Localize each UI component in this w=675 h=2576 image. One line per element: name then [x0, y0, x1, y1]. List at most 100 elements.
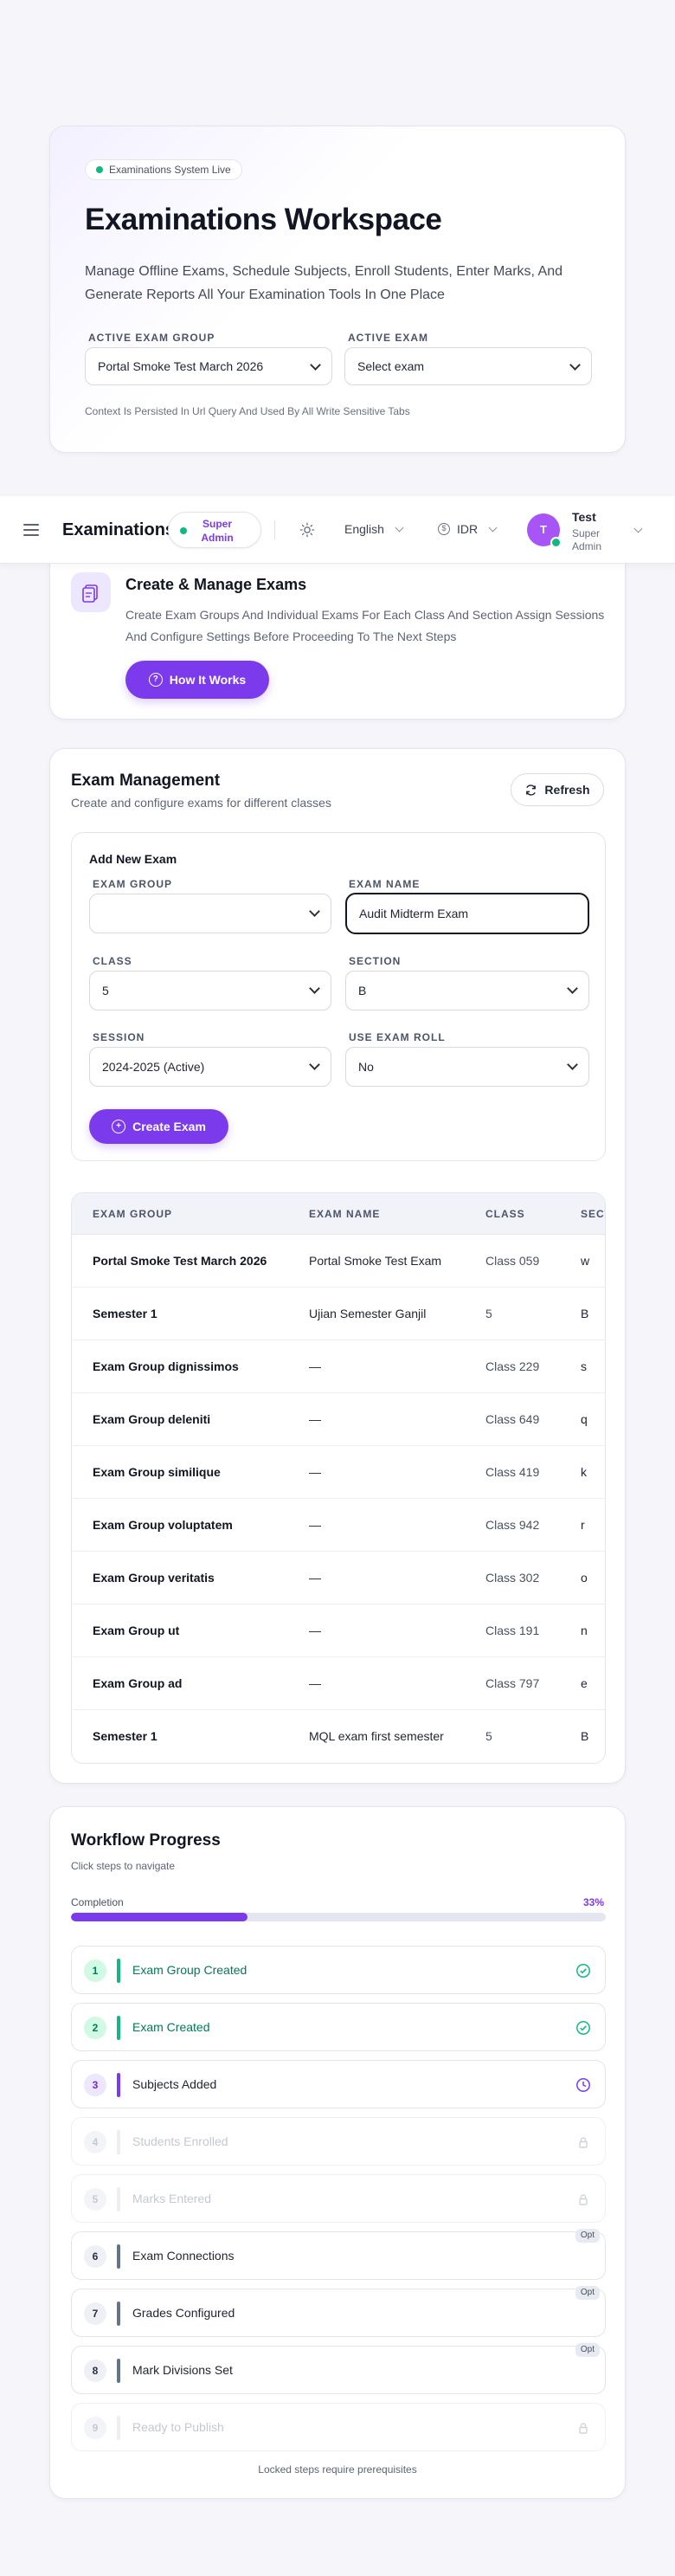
- table-row[interactable]: Exam Group voluptatem — Class 942 r: [72, 1499, 605, 1552]
- exam-roll-select[interactable]: No: [345, 1047, 589, 1087]
- chevron-down-icon: [309, 1059, 320, 1070]
- step-number: 3: [84, 2074, 106, 2096]
- workflow-step[interactable]: 1 Exam Group Created: [71, 1946, 606, 1994]
- cell-exam-name: Ujian Semester Ganjil: [309, 1307, 427, 1320]
- session-select[interactable]: 2024-2025 (Active): [89, 1047, 331, 1087]
- step-label: Exam Connections: [132, 2249, 235, 2263]
- section-select[interactable]: B: [345, 971, 589, 1010]
- currency-dropdown[interactable]: $ IDR: [438, 522, 498, 536]
- workflow-step[interactable]: 3 Subjects Added: [71, 2060, 606, 2108]
- step-label: Students Enrolled: [132, 2134, 228, 2148]
- table-row[interactable]: Exam Group deleniti — Class 649 q: [72, 1393, 605, 1446]
- cell-exam-group: Exam Group voluptatem: [93, 1518, 233, 1532]
- step-accent-bar: [117, 2302, 120, 2326]
- step-accent-bar: [117, 2187, 120, 2211]
- exam-name-input[interactable]: Audit Midterm Exam: [345, 893, 589, 934]
- table-row[interactable]: Exam Group similique — Class 419 k: [72, 1446, 605, 1499]
- chevron-down-icon: [310, 359, 321, 371]
- table-row[interactable]: Exam Group dignissimos — Class 229 s: [72, 1340, 605, 1393]
- exam-group-label: EXAM GROUP: [93, 878, 173, 890]
- workflow-step[interactable]: 6 Exam Connections Opt: [71, 2229, 606, 2280]
- cell-class: 5: [485, 1729, 492, 1743]
- step-accent-bar: [117, 2130, 120, 2154]
- help-circle-icon: ?: [148, 673, 163, 687]
- system-live-badge: Examinations System Live: [85, 159, 242, 180]
- workflow-step[interactable]: 2 Exam Created: [71, 2003, 606, 2051]
- top-navigation-bar: Examinations Super Admin English $ IDR T…: [0, 496, 675, 564]
- cell-exam-name: —: [309, 1676, 321, 1690]
- user-role: Super Admin: [572, 527, 602, 552]
- table-row[interactable]: Exam Group ad — Class 797 e: [72, 1657, 605, 1710]
- cell-section: e: [581, 1676, 588, 1690]
- cell-section: w: [581, 1254, 590, 1268]
- lock-icon: [575, 2192, 591, 2207]
- theme-toggle-sun-icon[interactable]: [299, 522, 315, 538]
- exam-roll-value: No: [358, 1060, 374, 1074]
- refresh-button[interactable]: Refresh: [511, 773, 604, 806]
- active-exam-select[interactable]: Select exam: [344, 347, 592, 385]
- menu-icon[interactable]: [23, 524, 39, 539]
- currency-value: IDR: [457, 522, 479, 536]
- exam-roll-label: USE EXAM ROLL: [349, 1031, 446, 1043]
- class-select[interactable]: 5: [89, 971, 331, 1010]
- cell-section: r: [581, 1518, 585, 1532]
- session-label: SESSION: [93, 1031, 145, 1043]
- avatar-initial: T: [540, 523, 547, 536]
- exam-management-card: Exam Management Create and configure exa…: [49, 748, 626, 1784]
- refresh-icon: [526, 784, 537, 796]
- nav-title: Examinations: [62, 520, 170, 539]
- create-exam-label: Create Exam: [132, 1120, 206, 1133]
- cell-section: B: [581, 1307, 589, 1320]
- step-accent-bar: [117, 2073, 120, 2097]
- exam-management-subtitle: Create and configure exams for different…: [71, 796, 331, 810]
- table-row[interactable]: Portal Smoke Test March 2026 Portal Smoke…: [72, 1235, 605, 1288]
- optional-badge: Opt: [575, 2229, 600, 2243]
- table-row[interactable]: Exam Group ut — Class 191 n: [72, 1604, 605, 1657]
- header-exam-name: EXAM NAME: [309, 1208, 381, 1220]
- user-avatar[interactable]: T: [527, 513, 562, 548]
- cell-section: o: [581, 1571, 588, 1585]
- user-name: Test: [572, 510, 596, 524]
- cell-exam-group: Exam Group veritatis: [93, 1571, 215, 1585]
- clock-icon: [575, 2077, 591, 2093]
- step-label: Exam Created: [132, 2020, 210, 2034]
- workflow-footer-note: Locked steps require prerequisites: [258, 2463, 417, 2476]
- workflow-progress-card: Workflow Progress Click steps to navigat…: [49, 1806, 626, 2499]
- workspace-hero-card: Examinations System Live Examinations Wo…: [49, 126, 626, 453]
- add-exam-form: Add New Exam EXAM GROUP EXAM NAME Audit …: [71, 832, 606, 1161]
- workflow-title: Workflow Progress: [71, 1831, 221, 1850]
- completion-progress-bar: [71, 1913, 606, 1921]
- cell-class: Class 942: [485, 1518, 540, 1532]
- workflow-step[interactable]: 8 Mark Divisions Set Opt: [71, 2343, 606, 2394]
- session-value: 2024-2025 (Active): [102, 1060, 205, 1074]
- cell-class: Class 419: [485, 1465, 540, 1479]
- language-dropdown[interactable]: English: [344, 522, 404, 536]
- workflow-step[interactable]: 7 Grades Configured Opt: [71, 2286, 606, 2337]
- cell-section: B: [581, 1729, 589, 1743]
- active-exam-group-select[interactable]: Portal Smoke Test March 2026: [85, 347, 332, 385]
- table-header: EXAM GROUP EXAM NAME CLASS SECTION: [72, 1193, 605, 1235]
- step-number: 5: [84, 2188, 106, 2211]
- step-label: Ready to Publish: [132, 2420, 224, 2434]
- context-note: Context Is Persisted In Url Query And Us…: [85, 405, 410, 417]
- cell-class: Class 229: [485, 1359, 540, 1373]
- chevron-down-icon: [569, 359, 581, 371]
- how-it-works-button[interactable]: ? How It Works: [125, 661, 269, 699]
- cell-class: Class 059: [485, 1254, 540, 1268]
- table-row[interactable]: Semester 1 MQL exam first semester 5 B: [72, 1710, 605, 1763]
- table-row[interactable]: Exam Group veritatis — Class 302 o: [72, 1552, 605, 1604]
- workflow-subtitle: Click steps to navigate: [71, 1860, 176, 1872]
- info-card-text: Create Exam Groups And Individual Exams …: [125, 608, 605, 643]
- create-exam-button[interactable]: + Create Exam: [89, 1109, 228, 1144]
- exam-group-select[interactable]: [89, 894, 331, 933]
- cell-exam-group: Semester 1: [93, 1729, 158, 1743]
- user-menu-chevron-icon[interactable]: [633, 524, 643, 533]
- table-row[interactable]: Semester 1 Ujian Semester Ganjil 5 B: [72, 1288, 605, 1340]
- header-section: SECTION: [581, 1208, 605, 1220]
- cell-section: s: [581, 1359, 587, 1373]
- role-text: Super Admin: [201, 518, 234, 544]
- header-class: CLASS: [485, 1208, 525, 1220]
- nav-divider: [274, 520, 275, 539]
- cell-class: 5: [485, 1307, 492, 1320]
- header-exam-group: EXAM GROUP: [93, 1208, 173, 1220]
